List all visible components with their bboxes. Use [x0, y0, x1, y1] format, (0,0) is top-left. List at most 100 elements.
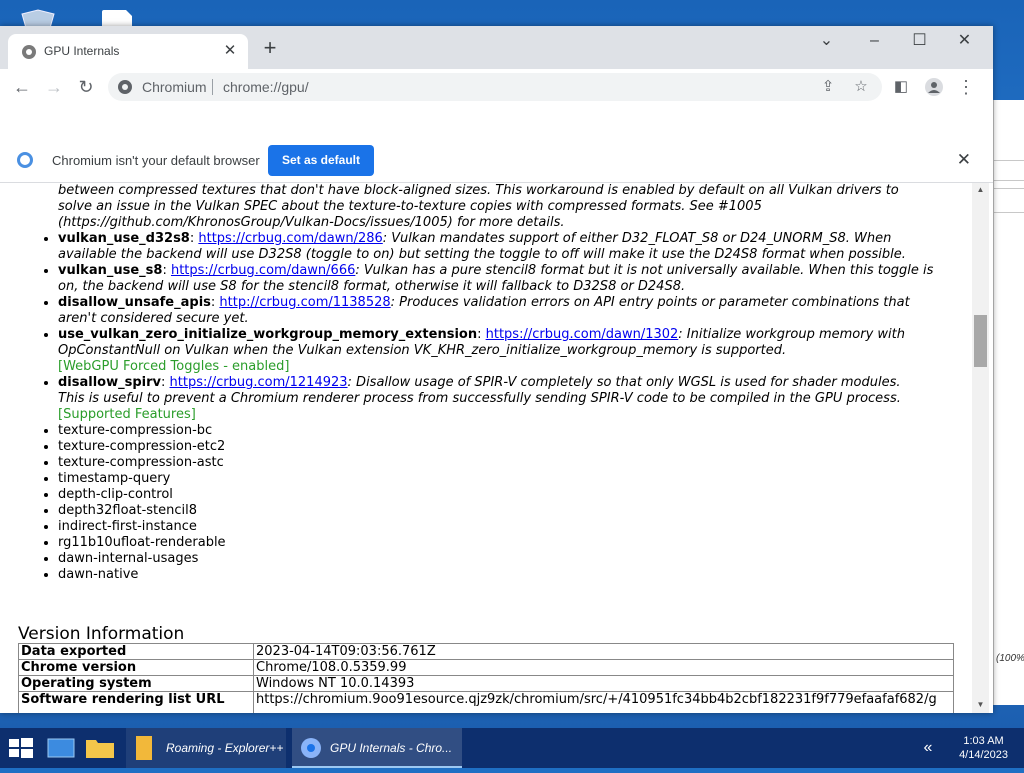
version-information-title: Version Information: [18, 624, 185, 644]
table-row: Operating system Windows NT 10.0.14393: [18, 675, 954, 692]
toggle-vulkan-use-s8: vulkan_use_s8: https://crbug.com/dawn/66…: [58, 263, 934, 278]
feature-item: depth-clip-control: [58, 487, 173, 502]
feature-item: dawn-internal-usages: [58, 551, 199, 566]
bullet: [44, 493, 48, 497]
minimize-button[interactable]: –: [852, 26, 897, 56]
feature-item: depth32float-stencil8: [58, 503, 198, 518]
taskbar-item-explorer-plus[interactable]: Roaming - Explorer++: [126, 728, 286, 768]
link[interactable]: https://crbug.com/dawn/666: [171, 263, 355, 278]
start-button[interactable]: [6, 728, 36, 768]
menu-icon[interactable]: ⋮: [953, 74, 979, 100]
system-clock[interactable]: 1:03 AM 4/14/2023: [959, 734, 1008, 762]
version-key: Operating system: [18, 675, 254, 692]
infobar-close-icon[interactable]: ✕: [957, 150, 971, 170]
text-line: solve an issue in the Vulkan SPEC about …: [58, 199, 762, 214]
url-text[interactable]: chrome://gpu/: [223, 79, 309, 95]
address-bar[interactable]: Chromium chrome://gpu/ ⇪ ☆: [108, 73, 882, 101]
link[interactable]: http://crbug.com/1138528: [219, 295, 390, 310]
bullet: [44, 429, 48, 433]
tab-search-icon[interactable]: ⌄: [804, 26, 849, 56]
infobar-message: Chromium isn't your default browser: [52, 153, 260, 168]
omnibox-divider: [212, 79, 213, 95]
feature-item: texture-compression-bc: [58, 423, 213, 438]
bullet: [44, 541, 48, 545]
link[interactable]: https://crbug.com/dawn/286: [198, 231, 382, 246]
chromium-icon: [118, 80, 132, 94]
table-row: Chrome version Chrome/108.0.5359.99: [18, 659, 954, 676]
close-window-button[interactable]: ✕: [942, 26, 987, 56]
tab-close-icon[interactable]: ✕: [220, 41, 240, 61]
chromium-logo-icon: [17, 152, 33, 168]
feature-item: timestamp-query: [58, 471, 171, 486]
profile-avatar[interactable]: [921, 74, 947, 100]
recycle-bin-icon[interactable]: [18, 8, 58, 29]
version-value: 2023-04-14T09:03:56.761Z: [253, 643, 954, 660]
text-line: OpConstantNull on Vulkan when the Vulkan…: [58, 343, 787, 358]
bullet: [44, 333, 48, 337]
version-key: Data exported: [18, 643, 254, 660]
page-content: between compressed textures that don't h…: [0, 183, 972, 713]
scroll-up-arrow-icon[interactable]: ▲: [972, 183, 989, 197]
scroll-down-arrow-icon[interactable]: ▼: [972, 698, 989, 712]
feature-item: dawn-native: [58, 567, 139, 582]
version-value: Windows NT 10.0.14393: [253, 675, 954, 692]
file-icon[interactable]: [100, 8, 134, 28]
toggle-zero-initialize: use_vulkan_zero_initialize_workgroup_mem…: [58, 327, 906, 342]
version-value: https://chromium.9oo91esource.qjz9zk/chr…: [253, 691, 954, 713]
set-as-default-button[interactable]: Set as default: [268, 145, 374, 176]
bookmark-star-icon[interactable]: ☆: [851, 77, 871, 97]
zoom-readout: (100%: [996, 653, 1024, 664]
table-row: Software rendering list URL https://chrom…: [18, 691, 954, 713]
tab-strip: GPU Internals ✕ + ⌄ – ☐ ✕: [0, 26, 993, 69]
feature-item: rg11b10ufloat-renderable: [58, 535, 226, 550]
toolbar: ← → ↻ Chromium chrome://gpu/ ⇪ ☆ ◧ ⋮: [0, 69, 993, 106]
toggle-disallow-unsafe-apis: disallow_unsafe_apis: http://crbug.com/1…: [58, 295, 910, 310]
version-table: Data exported 2023-04-14T09:03:56.761Z Chr…: [18, 643, 954, 713]
bullet: [44, 525, 48, 529]
task-view-icon[interactable]: [46, 728, 76, 768]
clock-time: 1:03 AM: [963, 735, 1004, 747]
bullet: [44, 237, 48, 241]
new-tab-button[interactable]: +: [258, 37, 282, 61]
bullet: [44, 381, 48, 385]
feature-item: indirect-first-instance: [58, 519, 197, 534]
share-icon[interactable]: ⇪: [818, 77, 838, 97]
bullet: [44, 269, 48, 273]
file-explorer-icon[interactable]: [84, 728, 116, 768]
maximize-button[interactable]: ☐: [897, 26, 942, 56]
bullet: [44, 557, 48, 561]
section-supported-features: [Supported Features]: [58, 407, 196, 422]
link[interactable]: https://crbug.com/1214923: [170, 375, 348, 390]
clock-date: 4/14/2023: [959, 749, 1008, 761]
tab-title: GPU Internals: [44, 44, 120, 58]
bullet: [44, 301, 48, 305]
section-forced-toggles: [WebGPU Forced Toggles - enabled]: [58, 359, 290, 374]
bullet: [44, 461, 48, 465]
vertical-scrollbar[interactable]: ▲ ▼: [972, 183, 989, 713]
bullet: [44, 445, 48, 449]
show-hidden-icons-chevron-icon[interactable]: «: [916, 728, 940, 768]
side-panel-icon[interactable]: ◧: [888, 74, 914, 100]
default-browser-infobar: Chromium isn't your default browser Set …: [0, 140, 993, 183]
forward-button[interactable]: →: [41, 74, 67, 100]
feature-item: texture-compression-astc: [58, 455, 224, 470]
version-key: Software rendering list URL: [18, 691, 254, 713]
text-line: on, the backend will use S8 for the sten…: [58, 279, 686, 294]
back-button[interactable]: ←: [9, 74, 35, 100]
tab-gpu-internals[interactable]: GPU Internals ✕: [8, 34, 248, 69]
chromium-favicon-icon: [22, 45, 36, 59]
taskbar-label: Roaming - Explorer++: [166, 741, 284, 755]
text-line: available the backend will use D32S8 (to…: [58, 247, 906, 262]
reload-button[interactable]: ↻: [73, 74, 99, 100]
scrollbar-thumb[interactable]: [974, 315, 987, 367]
text-line: (https://github.com/KhronosGroup/Vulkan-…: [58, 215, 565, 230]
table-row: Data exported 2023-04-14T09:03:56.761Z: [18, 643, 954, 660]
feature-item: texture-compression-etc2: [58, 439, 226, 454]
browser-window: GPU Internals ✕ + ⌄ – ☐ ✕ ← → ↻ Chromium…: [0, 26, 993, 713]
text-line: This is useful to prevent a Chromium ren…: [58, 391, 901, 406]
taskbar-item-chromium[interactable]: GPU Internals - Chro...: [292, 728, 462, 768]
bullet: [44, 477, 48, 481]
link[interactable]: https://crbug.com/dawn/1302: [486, 327, 679, 342]
version-value: Chrome/108.0.5359.99: [253, 659, 954, 676]
text-line: aren't considered secure yet.: [58, 311, 249, 326]
